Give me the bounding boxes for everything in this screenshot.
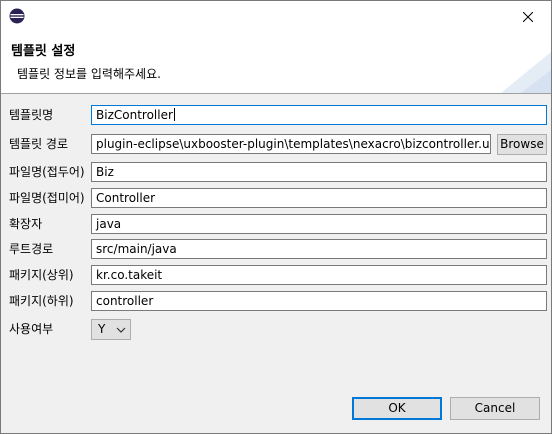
dialog-header: 템플릿 설정 템플릿 정보를 입력해주세요. xyxy=(1,32,551,94)
text-cursor xyxy=(173,108,175,121)
package-lower-input[interactable]: controller xyxy=(91,291,547,311)
browse-button[interactable]: Browse xyxy=(497,134,547,155)
template-name-input[interactable]: BizController xyxy=(91,105,547,125)
close-button[interactable] xyxy=(505,1,551,32)
use-select-value: Y xyxy=(98,322,106,336)
template-path-input[interactable]: plugin-eclipse\uxbooster-plugin\template… xyxy=(91,134,491,154)
use-select[interactable]: Y xyxy=(91,319,131,340)
template-path-label: 템플릿 경로 xyxy=(9,137,69,151)
template-settings-dialog: 템플릿 설정 템플릿 정보를 입력해주세요. 템플릿명 BizControlle… xyxy=(0,0,552,434)
package-upper-input[interactable]: kr.co.takeit xyxy=(91,265,547,285)
header-title: 템플릿 설정 xyxy=(11,44,76,59)
extension-input[interactable]: java xyxy=(91,214,547,234)
chevron-down-icon xyxy=(116,327,126,333)
suffix-label: 파일명(접미어) xyxy=(9,191,85,205)
header-banner-decoration xyxy=(501,52,551,93)
use-label: 사용여부 xyxy=(9,322,54,336)
template-name-label: 템플릿명 xyxy=(9,108,54,122)
eclipse-icon xyxy=(9,8,25,24)
prefix-label: 파일명(접두어) xyxy=(9,165,85,179)
root-path-input[interactable]: src/main/java xyxy=(91,239,547,259)
close-icon xyxy=(523,11,533,22)
suffix-input[interactable]: Controller xyxy=(91,188,547,208)
package-upper-label: 패키지(상위) xyxy=(9,268,74,282)
root-path-label: 루트경로 xyxy=(9,242,54,256)
prefix-input[interactable]: Biz xyxy=(91,162,547,182)
header-message: 템플릿 정보를 입력해주세요. xyxy=(17,67,161,81)
template-name-value: BizController xyxy=(96,108,173,122)
title-bar xyxy=(1,1,551,32)
cancel-button[interactable]: Cancel xyxy=(450,397,540,420)
extension-label: 확장자 xyxy=(9,217,43,231)
ok-button[interactable]: OK xyxy=(352,397,442,420)
package-lower-label: 패키지(하위) xyxy=(9,294,74,308)
